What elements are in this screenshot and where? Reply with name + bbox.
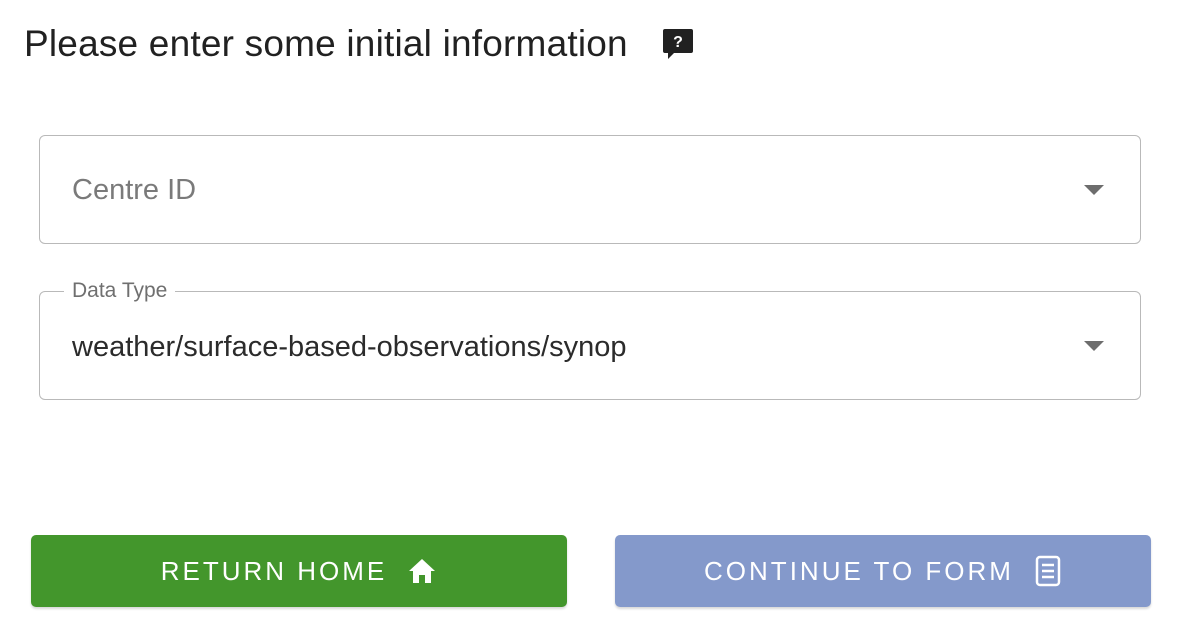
centre-id-select[interactable]: Centre ID xyxy=(39,135,1141,244)
help-chat-icon[interactable]: ? xyxy=(662,27,694,61)
form-icon xyxy=(1034,555,1062,587)
svg-text:?: ? xyxy=(673,34,683,51)
data-type-label: Data Type xyxy=(64,279,176,303)
return-home-button[interactable]: RETURN HOME xyxy=(31,535,567,607)
chevron-down-icon[interactable] xyxy=(1084,341,1104,351)
continue-to-form-button[interactable]: CONTINUE TO FORM xyxy=(615,535,1151,607)
title-row: Please enter some initial information ? xyxy=(24,20,694,68)
data-type-value: weather/surface-based-observations/synop xyxy=(72,331,627,363)
continue-to-form-label: CONTINUE TO FORM xyxy=(704,555,1014,586)
page-title: Please enter some initial information xyxy=(24,23,628,64)
home-icon xyxy=(407,557,437,585)
chevron-down-icon[interactable] xyxy=(1084,185,1104,195)
centre-id-placeholder: Centre ID xyxy=(72,174,197,206)
page: Please enter some initial information ? … xyxy=(0,0,1186,636)
return-home-label: RETURN HOME xyxy=(160,555,388,586)
data-type-select[interactable]: Data Type weather/surface-based-observat… xyxy=(39,279,1141,400)
